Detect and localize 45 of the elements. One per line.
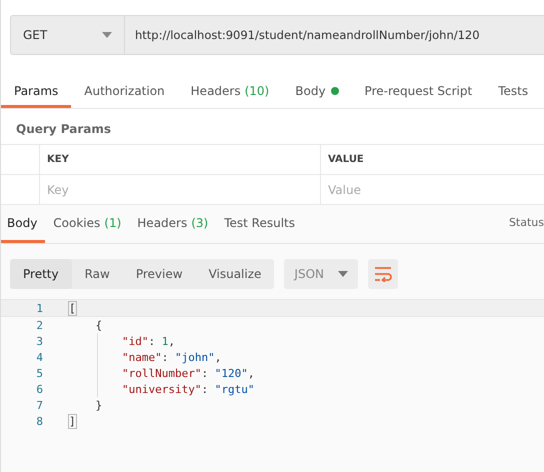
line-number: 8 [35,414,44,428]
view-mode-button[interactable]: Pretty [10,259,72,289]
line-number: 2 [35,318,44,332]
json-punctuation: : [162,350,170,364]
wrap-icon [374,266,392,282]
json-punctuation: : [148,334,156,348]
section-title: Query Params [15,121,112,138]
json-key: "name" [69,350,162,364]
caret-icon [338,271,348,277]
json-string: "rgtu" [214,382,254,396]
json-punctuation: , [248,366,254,380]
json-string: "john" [174,350,215,364]
line-number: 5 [35,366,44,380]
json-punctuation: { [94,318,102,332]
request-tab[interactable]: Body [282,76,352,108]
line-number: 6 [35,382,44,396]
status-label: Status [508,216,544,229]
response-tab[interactable]: Test Results [216,205,304,243]
json-key: "rollNumber" [69,366,202,380]
json-punctuation: : [201,382,210,396]
json-number: 1 [162,334,168,348]
json-bracket: ] [69,414,76,428]
response-tab[interactable]: Headers (3) [129,205,216,243]
line-number: 3 [35,334,44,348]
json-bracket: [ [69,302,76,314]
request-tab[interactable]: Pre-request Script [352,76,486,108]
json-punctuation: , [168,334,175,348]
line-number: 1 [35,302,44,314]
json-key: "university" [69,382,202,396]
value-field[interactable]: Value [320,175,544,205]
wrap-lines-button[interactable] [368,259,398,289]
request-tab[interactable]: Params [1,76,72,108]
request-tab[interactable]: Headers (10) [178,76,282,108]
request-tab[interactable]: Tests [485,76,542,108]
response-tab[interactable]: Body [1,205,46,243]
response-tab[interactable]: Cookies (1) [45,205,130,243]
line-number: 4 [35,350,44,364]
key-field[interactable]: Key [39,175,320,205]
json-string: "120" [214,366,248,380]
json-punctuation: : [201,366,210,380]
request-tab[interactable]: Authorization [71,76,178,108]
json-punctuation: , [214,350,222,364]
json-punctuation: } [94,398,102,412]
line-number: 7 [35,398,44,412]
json-key: "id" [69,334,148,348]
